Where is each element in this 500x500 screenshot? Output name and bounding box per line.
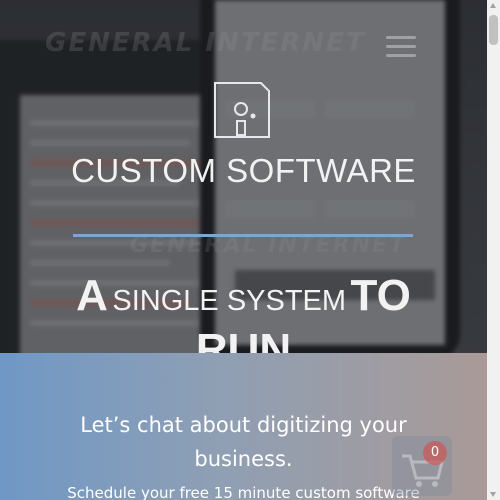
floppy-disk-icon [214, 82, 270, 138]
hero-subtitle-a: A [76, 271, 108, 320]
hero-title: CUSTOM SOFTWARE [71, 152, 416, 189]
cart-count-badge: 0 [423, 441, 447, 465]
scroll-up-arrow[interactable] [490, 3, 496, 8]
hamburger-icon[interactable] [386, 36, 416, 60]
hero-divider [73, 234, 413, 237]
cart-button[interactable]: 0 [392, 436, 452, 496]
cta-heading: Let’s chat about digitizing your busines… [80, 413, 407, 471]
scroll-down-arrow[interactable] [490, 492, 496, 497]
top-navigation [0, 0, 487, 88]
hero-subtitle-to: TO [350, 271, 411, 320]
scrollbar-thumb[interactable] [489, 15, 498, 45]
page-viewport: GENERAL INTERNET GENERAL INTERNET CUSTOM… [0, 0, 487, 500]
scrollbar[interactable] [487, 0, 500, 500]
hero-subtitle-mid: SINGLE SYSTEM [112, 285, 347, 317]
